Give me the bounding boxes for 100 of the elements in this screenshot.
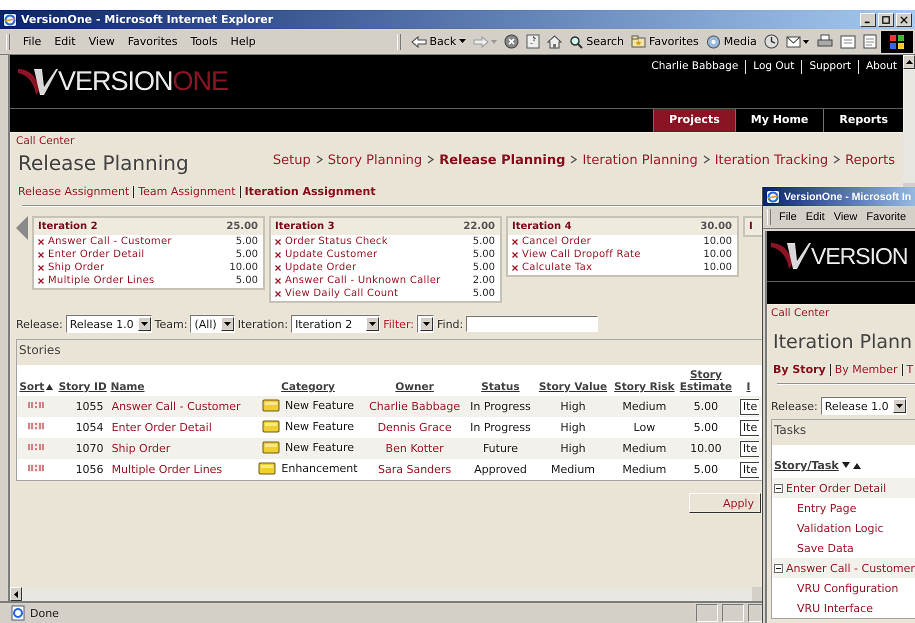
close-button[interactable] xyxy=(896,12,912,26)
minimize-button[interactable] xyxy=(860,12,876,26)
workflow-link[interactable]: Story Planning xyxy=(328,153,422,168)
task-link[interactable]: VRU Configuration xyxy=(797,582,898,594)
column-header[interactable]: Name xyxy=(110,381,144,393)
view-tab[interactable]: Release Assignment xyxy=(18,185,130,198)
view-tab[interactable]: By Member xyxy=(834,363,898,376)
scrollbar[interactable] xyxy=(8,587,752,601)
maximize-button[interactable] xyxy=(878,12,894,26)
workflow-link[interactable]: Iteration Tracking xyxy=(714,153,828,168)
filter-label[interactable]: Filter: xyxy=(383,318,414,330)
search-button[interactable]: Search xyxy=(566,34,628,50)
story-link[interactable]: Answer Call - Unknown Caller xyxy=(285,274,469,287)
view-tab[interactable]: By Story xyxy=(773,363,826,376)
column-header[interactable]: Story ID xyxy=(58,381,107,393)
remove-icon[interactable] xyxy=(512,239,518,245)
story-link[interactable]: Enter Order Detail xyxy=(48,248,232,261)
menu-item[interactable]: Help xyxy=(224,33,262,50)
menu-item[interactable]: Favorite xyxy=(862,209,910,225)
remove-icon[interactable] xyxy=(38,239,44,245)
menu-item[interactable]: File xyxy=(775,209,801,225)
remove-icon[interactable] xyxy=(512,252,518,258)
menu-item[interactable]: Favorites xyxy=(122,33,184,50)
favorites-button[interactable]: Favorites xyxy=(628,34,702,49)
column-header[interactable]: Story Value xyxy=(538,381,608,393)
column-header[interactable]: Story Risk xyxy=(614,381,675,393)
iteration-select[interactable]: Ite xyxy=(740,462,759,478)
column-header[interactable]: Story Estimate xyxy=(678,369,733,393)
scroll-up-icon[interactable] xyxy=(903,55,915,69)
remove-icon[interactable] xyxy=(275,265,281,271)
scroll-left-icon[interactable] xyxy=(10,587,22,601)
story-link[interactable]: Update Customer xyxy=(285,248,469,261)
menu-item[interactable]: Tools xyxy=(184,33,224,50)
workflow-link[interactable]: Setup xyxy=(272,153,311,168)
filter-select[interactable]: (All) xyxy=(190,315,235,333)
remove-icon[interactable] xyxy=(512,265,518,271)
nav-tab[interactable]: Projects xyxy=(653,109,735,132)
menu-item[interactable]: Edit xyxy=(48,33,82,50)
menu-item[interactable]: Edit xyxy=(802,209,829,225)
drag-handle-icon[interactable] xyxy=(28,421,44,431)
menu-item[interactable]: View xyxy=(82,33,121,50)
story-link[interactable]: View Daily Call Count xyxy=(285,287,469,300)
header-link[interactable]: Log Out xyxy=(753,60,794,72)
workflow-link[interactable]: Release Planning xyxy=(439,153,566,168)
workflow-link[interactable]: Reports xyxy=(845,153,895,168)
filter-select[interactable] xyxy=(416,315,434,333)
table-link[interactable]: Enter Order Detail xyxy=(112,421,212,434)
filter-select[interactable]: Release 1.0 xyxy=(66,315,152,333)
story-link[interactable]: Order Status Check xyxy=(285,235,469,248)
task-link[interactable]: VRU Interface xyxy=(797,602,873,614)
sort-arrows-icon[interactable] xyxy=(842,462,862,469)
task-link[interactable]: Entry Page xyxy=(797,502,856,514)
view-tab[interactable]: Iteration Assignment xyxy=(244,185,376,198)
table-link[interactable]: Dennis Grace xyxy=(378,421,452,434)
back-button[interactable]: Back xyxy=(408,34,470,50)
media-button[interactable]: Media xyxy=(702,34,760,50)
story-link[interactable]: Cancel Order xyxy=(522,235,700,248)
header-link[interactable]: Support xyxy=(809,60,851,72)
iteration-select[interactable]: Ite xyxy=(740,420,759,436)
remove-icon[interactable] xyxy=(275,252,281,258)
remove-icon[interactable] xyxy=(275,278,281,284)
filter-select[interactable]: Iteration 2 xyxy=(291,315,380,333)
story-link[interactable]: Update Order xyxy=(285,261,469,274)
story-link[interactable]: Multiple Order Lines xyxy=(48,274,232,287)
table-link[interactable]: Multiple Order Lines xyxy=(112,463,222,476)
story-link[interactable]: View Call Dropoff Rate xyxy=(522,248,700,261)
column-header[interactable]: Category xyxy=(281,381,335,393)
apply-button[interactable]: Apply xyxy=(689,493,761,513)
task-link[interactable]: Save Data xyxy=(797,542,854,554)
workflow-link[interactable]: Iteration Planning xyxy=(582,153,698,168)
release-select[interactable]: Release 1.0 xyxy=(820,397,907,415)
project-link[interactable]: Call Center xyxy=(771,307,830,319)
remove-icon[interactable] xyxy=(275,239,281,245)
remove-icon[interactable] xyxy=(38,252,44,258)
remove-icon[interactable] xyxy=(275,291,281,297)
menu-item[interactable]: File xyxy=(16,33,48,50)
project-link[interactable]: Call Center xyxy=(16,135,74,147)
iteration-select[interactable]: Ite xyxy=(740,440,759,456)
menu-item[interactable]: View xyxy=(830,209,862,225)
header-link[interactable]: About xyxy=(866,60,897,72)
column-header[interactable]: Sort xyxy=(19,381,44,393)
story-link[interactable]: Calculate Tax xyxy=(522,261,700,274)
story-link[interactable]: Answer Call - Customer xyxy=(48,235,232,248)
tree-toggle-icon[interactable] xyxy=(774,484,783,492)
column-header[interactable]: I xyxy=(746,381,750,393)
find-field[interactable] xyxy=(466,316,598,332)
drag-handle-icon[interactable] xyxy=(28,442,44,452)
remove-icon[interactable] xyxy=(38,265,44,271)
view-tab[interactable]: Team Assignment xyxy=(138,185,236,198)
remove-icon[interactable] xyxy=(38,278,44,284)
story-link[interactable]: Ship Order xyxy=(48,261,226,274)
view-tab[interactable]: T xyxy=(906,363,914,376)
scrollbar[interactable] xyxy=(903,55,915,183)
column-header[interactable]: Owner xyxy=(395,381,434,393)
column-header[interactable]: Status xyxy=(481,381,520,393)
iteration-select[interactable]: Ite xyxy=(740,398,759,414)
task-link[interactable]: Validation Logic xyxy=(797,522,884,534)
column-header[interactable]: Story/Task xyxy=(774,459,839,472)
drag-handle-icon[interactable] xyxy=(28,463,44,473)
drag-handle-icon[interactable] xyxy=(28,400,44,410)
